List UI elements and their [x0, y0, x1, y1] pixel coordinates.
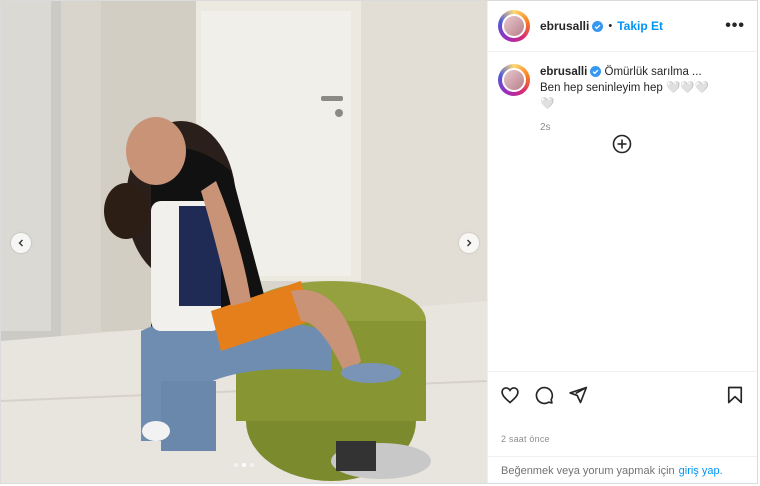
login-prompt-text: Beğenmek veya yorum yapmak için — [501, 465, 675, 477]
post-timestamp: 2 saat önce — [501, 434, 550, 444]
chevron-left-icon — [18, 239, 23, 247]
post-photo — [1, 1, 487, 483]
username-link[interactable]: ebrusalli — [540, 19, 604, 33]
chevron-right-icon — [467, 239, 472, 247]
caption-avatar[interactable] — [498, 64, 530, 96]
share-icon[interactable] — [568, 385, 588, 405]
previous-slide-button[interactable] — [11, 233, 31, 253]
caption-body: ebrusalli Ömürlük sarılma ... Ben hep se… — [540, 64, 720, 136]
carousel-indicator — [234, 463, 254, 467]
more-options-icon[interactable]: ••• — [725, 17, 745, 35]
action-bar — [488, 371, 757, 418]
post-media — [1, 1, 487, 483]
login-prompt: Beğenmek veya yorum yapmak için giriş ya… — [488, 456, 757, 483]
post-header: ebrusalli • Takip Et ••• — [488, 1, 757, 52]
heart-icon[interactable] — [500, 385, 520, 405]
carousel-dot — [250, 463, 254, 467]
verified-icon — [592, 21, 604, 33]
comment-icon[interactable] — [534, 385, 554, 405]
avatar[interactable] — [498, 10, 530, 42]
follow-button[interactable]: Takip Et — [617, 19, 663, 33]
caption-username[interactable]: ebrusalli — [540, 66, 602, 78]
login-link[interactable]: giriş yap. — [679, 465, 723, 477]
carousel-dot — [234, 463, 238, 467]
post-details-panel: ebrusalli • Takip Et ••• ebrusalli Ömürl… — [487, 1, 757, 483]
add-icon[interactable] — [612, 134, 632, 154]
next-slide-button[interactable] — [459, 233, 479, 253]
caption: ebrusalli Ömürlük sarılma ... Ben hep se… — [488, 52, 757, 136]
carousel-dot-active — [242, 463, 246, 467]
verified-icon — [590, 66, 602, 78]
post-modal: ebrusalli • Takip Et ••• ebrusalli Ömürl… — [0, 0, 758, 484]
bookmark-icon[interactable] — [725, 385, 745, 405]
separator-dot: • — [608, 20, 613, 32]
